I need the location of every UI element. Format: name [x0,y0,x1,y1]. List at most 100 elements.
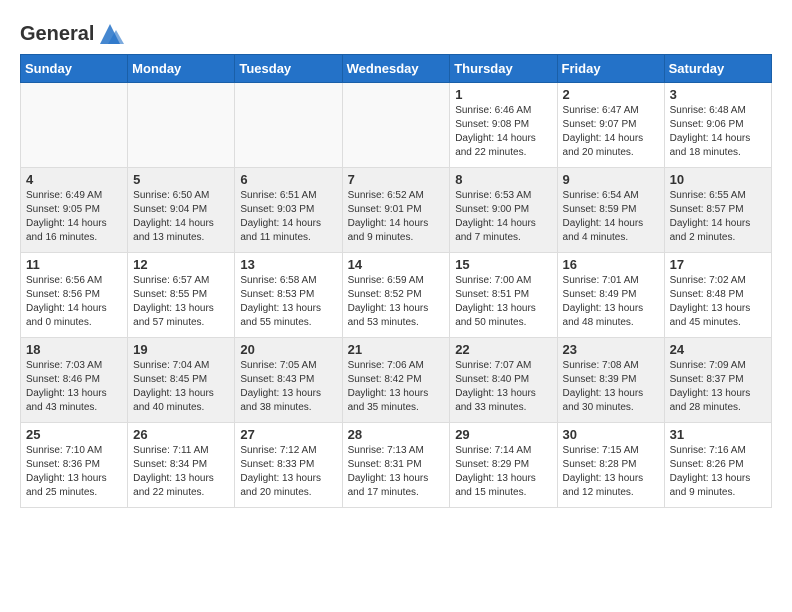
calendar-day-9: 9 Sunrise: 6:54 AM Sunset: 8:59 PM Daylig… [557,168,664,253]
day-info: Sunrise: 6:58 AM Sunset: 8:53 PM Dayligh… [240,274,336,330]
logo-general: General [20,23,94,46]
calendar-day-31: 31 Sunrise: 7:16 AM Sunset: 8:26 PM Dayli… [664,423,771,508]
calendar-day-5: 5 Sunrise: 6:50 AM Sunset: 9:04 PM Daylig… [128,168,235,253]
day-info: Sunrise: 7:02 AM Sunset: 8:48 PM Dayligh… [670,274,766,330]
day-info: Sunrise: 6:48 AM Sunset: 9:06 PM Dayligh… [670,104,766,160]
logo: General [20,20,124,44]
calendar-week-3: 11 Sunrise: 6:56 AM Sunset: 8:56 PM Dayli… [21,253,772,338]
day-info: Sunrise: 6:55 AM Sunset: 8:57 PM Dayligh… [670,189,766,245]
calendar-day-4: 4 Sunrise: 6:49 AM Sunset: 9:05 PM Daylig… [21,168,128,253]
day-number: 13 [240,257,336,272]
calendar-day-20: 20Sunrise: 7:05 AM Sunset: 8:43 PM Dayli… [235,338,342,423]
day-info: Sunrise: 6:51 AM Sunset: 9:03 PM Dayligh… [240,189,336,245]
day-number: 10 [670,172,766,187]
weekday-header-monday: Monday [128,55,235,83]
calendar-day-13: 13 Sunrise: 6:58 AM Sunset: 8:53 PM Dayli… [235,253,342,338]
calendar-empty [21,83,128,168]
calendar-empty [128,83,235,168]
day-info: Sunrise: 6:59 AM Sunset: 8:52 PM Dayligh… [348,274,445,330]
calendar-day-1: 1 Sunrise: 6:46 AM Sunset: 9:08 PM Daylig… [450,83,557,168]
day-number: 3 [670,87,766,102]
day-info: Sunrise: 6:54 AM Sunset: 8:59 PM Dayligh… [563,189,659,245]
day-info: Sunrise: 7:15 AM Sunset: 8:28 PM Dayligh… [563,444,659,500]
day-info: Sunrise: 7:01 AM Sunset: 8:49 PM Dayligh… [563,274,659,330]
calendar-day-21: 21 Sunrise: 7:06 AM Sunset: 8:42 PM Dayli… [342,338,450,423]
day-info: Sunrise: 6:52 AM Sunset: 9:01 PM Dayligh… [348,189,445,245]
day-number: 7 [348,172,445,187]
calendar-empty [342,83,450,168]
calendar-day-27: 27Sunrise: 7:12 AM Sunset: 8:33 PM Dayli… [235,423,342,508]
calendar-empty [235,83,342,168]
day-info: Sunrise: 7:03 AM Sunset: 8:46 PM Dayligh… [26,359,122,415]
weekday-header-saturday: Saturday [664,55,771,83]
calendar-day-28: 28 Sunrise: 7:13 AM Sunset: 8:31 PM Dayli… [342,423,450,508]
calendar-day-3: 3 Sunrise: 6:48 AM Sunset: 9:06 PM Daylig… [664,83,771,168]
day-info: Sunrise: 6:46 AM Sunset: 9:08 PM Dayligh… [455,104,551,160]
day-number: 14 [348,257,445,272]
calendar-day-29: 29Sunrise: 7:14 AM Sunset: 8:29 PM Dayli… [450,423,557,508]
day-info: Sunrise: 6:53 AM Sunset: 9:00 PM Dayligh… [455,189,551,245]
calendar-week-1: 1 Sunrise: 6:46 AM Sunset: 9:08 PM Daylig… [21,83,772,168]
day-number: 12 [133,257,229,272]
day-number: 31 [670,427,766,442]
day-info: Sunrise: 7:09 AM Sunset: 8:37 PM Dayligh… [670,359,766,415]
weekday-header-row: SundayMondayTuesdayWednesdayThursdayFrid… [21,55,772,83]
day-number: 5 [133,172,229,187]
day-info: Sunrise: 6:47 AM Sunset: 9:07 PM Dayligh… [563,104,659,160]
day-info: Sunrise: 6:57 AM Sunset: 8:55 PM Dayligh… [133,274,229,330]
page-header: General [20,20,772,44]
day-number: 24 [670,342,766,357]
day-number: 8 [455,172,551,187]
day-info: Sunrise: 7:12 AM Sunset: 8:33 PM Dayligh… [240,444,336,500]
day-number: 21 [348,342,445,357]
day-number: 16 [563,257,659,272]
day-info: Sunrise: 7:11 AM Sunset: 8:34 PM Dayligh… [133,444,229,500]
calendar-day-23: 23Sunrise: 7:08 AM Sunset: 8:39 PM Dayli… [557,338,664,423]
weekday-header-wednesday: Wednesday [342,55,450,83]
calendar-day-2: 2 Sunrise: 6:47 AM Sunset: 9:07 PM Daylig… [557,83,664,168]
day-number: 22 [455,342,551,357]
calendar-day-11: 11 Sunrise: 6:56 AM Sunset: 8:56 PM Dayli… [21,253,128,338]
calendar-week-2: 4 Sunrise: 6:49 AM Sunset: 9:05 PM Daylig… [21,168,772,253]
day-info: Sunrise: 7:07 AM Sunset: 8:40 PM Dayligh… [455,359,551,415]
day-info: Sunrise: 7:13 AM Sunset: 8:31 PM Dayligh… [348,444,445,500]
calendar-week-5: 25 Sunrise: 7:10 AM Sunset: 8:36 PM Dayli… [21,423,772,508]
day-number: 28 [348,427,445,442]
day-number: 2 [563,87,659,102]
weekday-header-sunday: Sunday [21,55,128,83]
day-info: Sunrise: 7:06 AM Sunset: 8:42 PM Dayligh… [348,359,445,415]
calendar-day-16: 16 Sunrise: 7:01 AM Sunset: 8:49 PM Dayli… [557,253,664,338]
day-info: Sunrise: 7:04 AM Sunset: 8:45 PM Dayligh… [133,359,229,415]
calendar-day-6: 6Sunrise: 6:51 AM Sunset: 9:03 PM Daylig… [235,168,342,253]
calendar-day-14: 14 Sunrise: 6:59 AM Sunset: 8:52 PM Dayli… [342,253,450,338]
day-number: 4 [26,172,122,187]
calendar-day-22: 22 Sunrise: 7:07 AM Sunset: 8:40 PM Dayli… [450,338,557,423]
day-info: Sunrise: 6:49 AM Sunset: 9:05 PM Dayligh… [26,189,122,245]
day-number: 9 [563,172,659,187]
weekday-header-tuesday: Tuesday [235,55,342,83]
day-info: Sunrise: 6:50 AM Sunset: 9:04 PM Dayligh… [133,189,229,245]
calendar-day-30: 30 Sunrise: 7:15 AM Sunset: 8:28 PM Dayli… [557,423,664,508]
logo-icon [96,20,124,48]
calendar-day-17: 17Sunrise: 7:02 AM Sunset: 8:48 PM Dayli… [664,253,771,338]
weekday-header-thursday: Thursday [450,55,557,83]
day-number: 25 [26,427,122,442]
calendar-day-24: 24 Sunrise: 7:09 AM Sunset: 8:37 PM Dayli… [664,338,771,423]
calendar-day-8: 8 Sunrise: 6:53 AM Sunset: 9:00 PM Daylig… [450,168,557,253]
calendar-day-12: 12 Sunrise: 6:57 AM Sunset: 8:55 PM Dayli… [128,253,235,338]
calendar-day-15: 15 Sunrise: 7:00 AM Sunset: 8:51 PM Dayli… [450,253,557,338]
calendar-day-26: 26Sunrise: 7:11 AM Sunset: 8:34 PM Dayli… [128,423,235,508]
weekday-header-friday: Friday [557,55,664,83]
day-number: 15 [455,257,551,272]
day-info: Sunrise: 7:16 AM Sunset: 8:26 PM Dayligh… [670,444,766,500]
day-info: Sunrise: 6:56 AM Sunset: 8:56 PM Dayligh… [26,274,122,330]
calendar-day-10: 10 Sunrise: 6:55 AM Sunset: 8:57 PM Dayli… [664,168,771,253]
day-info: Sunrise: 7:10 AM Sunset: 8:36 PM Dayligh… [26,444,122,500]
day-number: 23 [563,342,659,357]
day-number: 11 [26,257,122,272]
calendar-table: SundayMondayTuesdayWednesdayThursdayFrid… [20,54,772,508]
day-info: Sunrise: 7:00 AM Sunset: 8:51 PM Dayligh… [455,274,551,330]
day-number: 30 [563,427,659,442]
day-number: 1 [455,87,551,102]
day-info: Sunrise: 7:14 AM Sunset: 8:29 PM Dayligh… [455,444,551,500]
